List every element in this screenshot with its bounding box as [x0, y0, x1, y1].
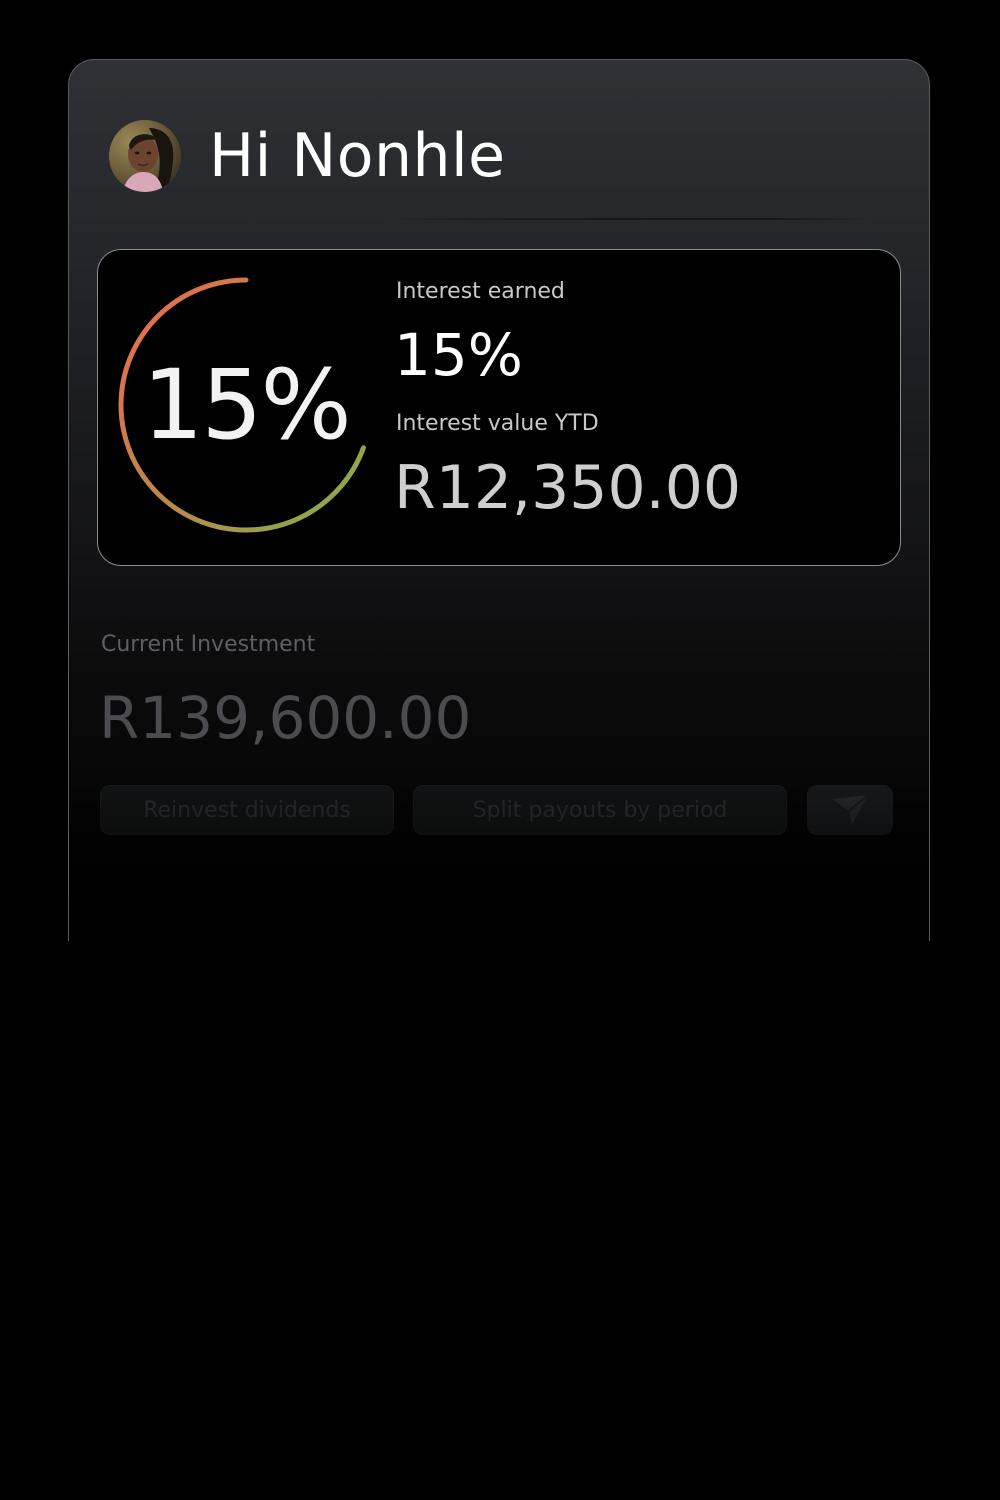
ring-percent-value: 15% — [142, 349, 351, 461]
reinvest-dividends-button[interactable]: Reinvest dividends — [100, 785, 394, 835]
interest-earned-label: Interest earned — [396, 279, 565, 304]
send-button[interactable] — [807, 785, 893, 835]
send-icon — [832, 794, 869, 825]
avatar-portrait-icon — [109, 120, 181, 192]
split-payouts-button[interactable]: Split payouts by period — [413, 785, 787, 835]
greeting-title: Hi Nonhle — [209, 121, 506, 191]
interest-stats-panel: 15% Interest earned 15% Interest value Y… — [97, 249, 901, 566]
interest-ytd-value: R12,350.00 — [394, 453, 742, 523]
interest-earned-value: 15% — [394, 321, 523, 389]
header-divider — [389, 218, 869, 220]
current-investment-value: R139,600.00 — [99, 684, 472, 752]
current-investment-label: Current Investment — [101, 632, 316, 657]
dashboard-card: Hi Nonhle 15% Interest earned 15% Intere… — [68, 59, 930, 941]
interest-ytd-label: Interest value YTD — [396, 411, 599, 436]
avatar[interactable] — [109, 120, 181, 192]
